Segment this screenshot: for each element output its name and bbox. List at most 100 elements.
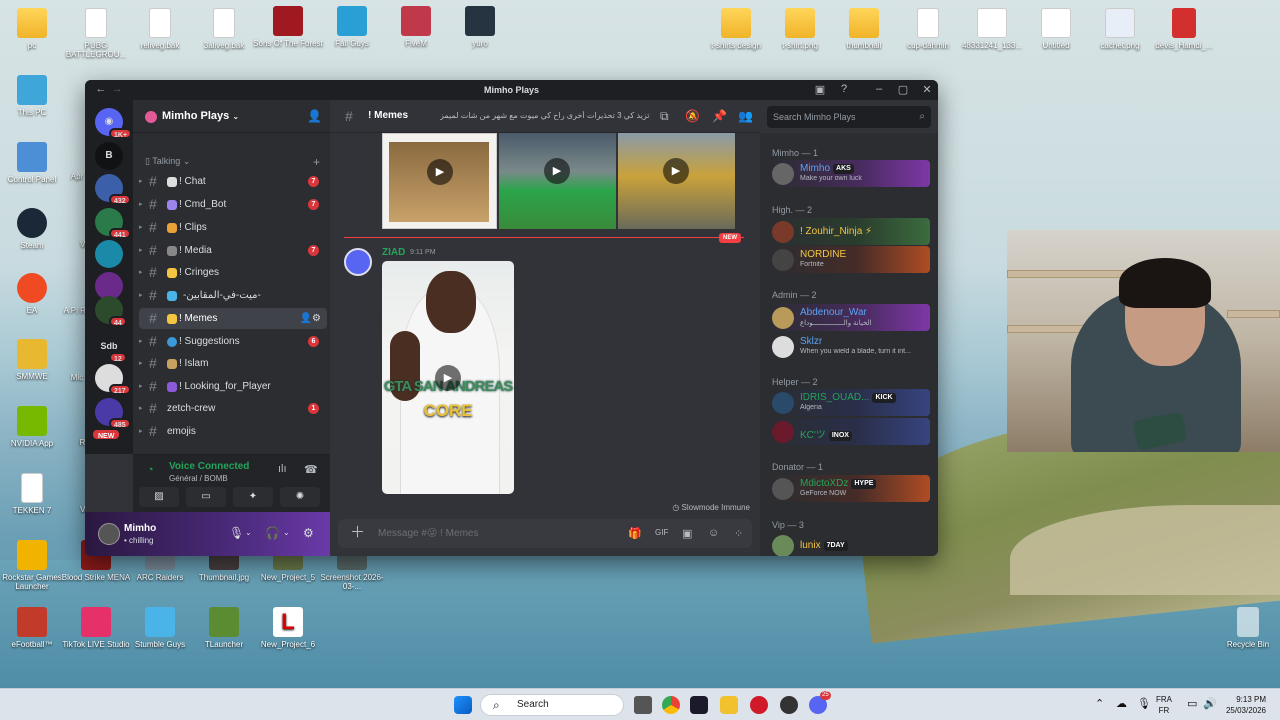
message-composer[interactable]: ＋ Message #😜 ! Memes 🎁 GIF ▣ ☺ ⁘	[338, 519, 752, 548]
category-talking[interactable]: ▯ Talking ⌄	[145, 156, 190, 167]
channel-settings-icon[interactable]: 👤⚙	[300, 308, 321, 329]
channel-topic[interactable]: او تزيد كي 3 تحذيرات أخرى راح كي ميوت مع…	[440, 111, 650, 120]
chevron-down-icon[interactable]: ⌄	[245, 528, 252, 537]
video-thumbnail[interactable]: ▶	[618, 133, 735, 229]
desktop-icon-cachet[interactable]: cachet.png	[1085, 8, 1155, 50]
desktop-icon-efootball[interactable]: eFootball™	[0, 607, 67, 649]
server-b[interactable]: B	[95, 142, 123, 170]
add-attachment-icon[interactable]: ＋	[350, 525, 365, 540]
app-icon[interactable]	[690, 696, 708, 714]
channel-clips[interactable]: ▸ #! Clips	[139, 217, 327, 238]
desktop-icon-tekken[interactable]: TEKKEN 7	[0, 473, 67, 515]
channel-suggestions[interactable]: ▸ #! Suggestions 6	[139, 331, 327, 352]
play-icon[interactable]: ▶	[544, 158, 570, 184]
apps-icon[interactable]: ⁘	[734, 527, 743, 540]
clock[interactable]: 9:13 PM 25/03/2026	[1226, 694, 1266, 716]
member-item[interactable]: lunix 7DAY	[768, 532, 930, 556]
add-channel-icon[interactable]: +	[313, 155, 320, 169]
desktop-icon-thumbnail[interactable]: thumbnail	[829, 8, 899, 50]
volume-icon[interactable]: 🔊	[1203, 699, 1217, 710]
member-item[interactable]: Sklzr When you wield a blade, turn it in…	[768, 333, 930, 360]
desktop-icon-tshirts-design[interactable]: t-shirts design	[701, 8, 771, 50]
avatar[interactable]	[98, 523, 120, 545]
server-icon[interactable]: 432	[95, 174, 131, 205]
desktop-icon-tiktok[interactable]: TikTok LIVE Studio	[61, 607, 131, 649]
server-sdb[interactable]: Sdb 12	[95, 332, 127, 363]
server-icon[interactable]	[95, 240, 123, 268]
desktop-icon-smmwe[interactable]: SMMWE	[0, 339, 67, 381]
channel-memes[interactable]: #! Memes 👤⚙	[139, 308, 327, 329]
play-icon[interactable]: ▶	[663, 158, 689, 184]
member-item[interactable]: NORDINE Fortnite	[768, 246, 930, 273]
channel-cringes[interactable]: ▸ #! Cringes	[139, 262, 327, 283]
channel-chat[interactable]: ▸ #! Chat 7	[139, 171, 327, 192]
chevron-down-icon[interactable]: ⌄	[283, 528, 290, 537]
channel-looking-for-player[interactable]: ▸ #! Looking_for_Player	[139, 376, 327, 397]
microphone-icon[interactable]: 🎙	[1137, 699, 1151, 710]
voice-status[interactable]: Voice Connected	[169, 461, 249, 472]
server-icon[interactable]: 44	[95, 296, 127, 327]
member-item[interactable]: Abdenour_War الخيانة والـــــــــــــــو…	[768, 304, 930, 331]
new-badge[interactable]: NEW	[91, 428, 122, 441]
taskbar-search[interactable]: ⌕ Search	[480, 694, 624, 716]
close-icon[interactable]: ✕	[919, 83, 935, 96]
cloud-icon[interactable]: ☁	[1116, 699, 1127, 710]
voice-channel[interactable]: Général / BOMB	[169, 474, 228, 483]
desktop-icon-pc[interactable]: pc	[0, 8, 67, 50]
video-thumbnail[interactable]: ▶	[382, 133, 497, 229]
threads-icon[interactable]: ⧉	[660, 109, 669, 124]
channel-zetch-crew[interactable]: ▸ # zetch-crew 1	[139, 398, 327, 419]
headphones-icon[interactable]: 🎧	[265, 526, 280, 540]
invite-icon[interactable]: 👤	[307, 109, 322, 123]
member-item[interactable]: MdictoXDz HYPE GeForce NOW	[768, 475, 930, 502]
video-thumbnail[interactable]: ▶	[499, 133, 616, 229]
help-icon[interactable]: ?	[836, 83, 852, 95]
notifications-icon[interactable]: 🔕	[685, 109, 700, 123]
desktop-icon-control-panel[interactable]: Control Panel	[0, 142, 67, 184]
soundboard-button[interactable]: ✺	[280, 487, 320, 507]
message-input[interactable]: Message #😜 ! Memes	[378, 528, 478, 539]
gif-attachment[interactable]: GTA SAN ANDREAS CORE ▶	[382, 261, 514, 494]
channel-media[interactable]: ▸ #! Media 7	[139, 240, 327, 261]
desktop-icon-3aliveg[interactable]: 3aliveg.bak	[189, 8, 259, 50]
screen-share-button[interactable]: ▭	[186, 487, 226, 507]
server-icon[interactable]: 485	[95, 398, 131, 429]
desktop-icon-pubg[interactable]: PUBG BATTLEGROU...	[61, 8, 131, 59]
channel-cmd-bot[interactable]: ▸ #! Cmd_Bot 7	[139, 194, 327, 215]
desktop-icon-ea[interactable]: EA	[0, 273, 67, 315]
video-off-button[interactable]: ▨	[139, 487, 179, 507]
obs-icon[interactable]	[780, 696, 798, 714]
desktop-icon-nvidia[interactable]: NVIDIA App	[0, 406, 67, 448]
play-icon[interactable]: ▶	[435, 365, 461, 391]
pin-icon[interactable]: 📌	[712, 109, 727, 123]
member-item[interactable]: IDRIS_OUAD... KICK Algeria	[768, 389, 930, 416]
member-list-icon[interactable]: 👥	[738, 109, 753, 123]
desktop-icon-recycle-bin[interactable]: Recycle Bin	[1213, 607, 1280, 649]
member-item[interactable]: ! Zouhir_Ninja ⚡	[768, 218, 930, 245]
desktop-icon-yuro[interactable]: yuro	[445, 6, 515, 48]
desktop-icon-tshirt-png[interactable]: t-shirt.png	[765, 8, 835, 50]
desktop-icon-48331241[interactable]: 48331241_133...	[957, 8, 1027, 50]
channel-arabic[interactable]: ▸ # -ميت-في-المقابين-	[139, 285, 327, 306]
microphone-icon[interactable]: 🎙	[229, 526, 244, 540]
desktop-icon-fivem[interactable]: FiveM	[381, 6, 451, 48]
desktop-icon-untitled[interactable]: Untitled	[1021, 8, 1091, 50]
play-icon[interactable]: ▶	[427, 159, 453, 185]
sticker-icon[interactable]: ▣	[682, 527, 692, 540]
channel-islam[interactable]: ▸ #! Islam	[139, 353, 327, 374]
noise-suppression-icon[interactable]: ılı	[278, 463, 287, 475]
language-indicator[interactable]: FRA FR	[1156, 694, 1172, 716]
desktop-icon-sons-of-the-forest[interactable]: Sons Of The Forest	[253, 6, 323, 48]
gift-icon[interactable]: 🎁	[628, 527, 642, 540]
search-input[interactable]: Search Mimho Plays ⌕	[767, 106, 931, 128]
desktop-icon-this-pc[interactable]: This PC	[0, 75, 67, 117]
desktop-icon-fall-guys[interactable]: Fall Guys	[317, 6, 387, 48]
gif-icon[interactable]: GIF	[655, 528, 668, 537]
task-view-icon[interactable]	[634, 696, 652, 714]
disconnect-icon[interactable]: ☎	[304, 463, 318, 476]
desktop-icon-steam[interactable]: Steam	[0, 208, 67, 250]
desktop-icon-cup-dahmin[interactable]: cup-dahmin	[893, 8, 963, 50]
home-button[interactable]: ◉ 1K+	[95, 108, 133, 139]
gear-icon[interactable]: ⚙	[303, 526, 314, 540]
chrome-icon[interactable]	[662, 696, 680, 714]
